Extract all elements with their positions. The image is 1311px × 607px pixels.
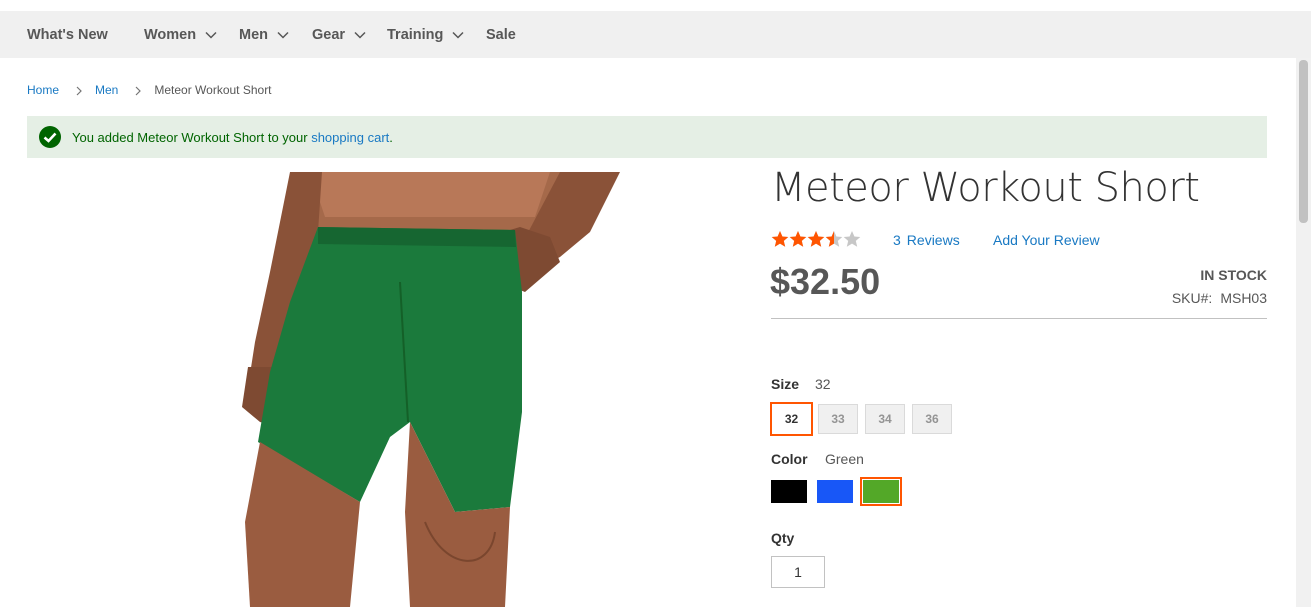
color-swatch-black[interactable]: [771, 480, 807, 503]
nav-item-label: Sale: [486, 26, 516, 43]
scrollbar-thumb[interactable]: [1299, 60, 1308, 223]
breadcrumb-home-link[interactable]: Home: [27, 83, 59, 97]
nav-item-women[interactable]: Women: [144, 11, 218, 58]
rating-stars: [771, 230, 861, 248]
divider: [771, 318, 1267, 319]
star-icon: [807, 231, 825, 247]
stock-status: IN STOCK: [1200, 267, 1267, 283]
message-text: You added Meteor Workout Short to your s…: [72, 130, 393, 145]
nav-item-label: What's New: [27, 26, 108, 43]
size-swatch-33[interactable]: 33: [818, 404, 858, 434]
page-scrollbar[interactable]: [1296, 58, 1311, 607]
size-swatch-34[interactable]: 34: [865, 404, 905, 434]
nav-item-gear[interactable]: Gear: [312, 11, 367, 58]
add-review-link[interactable]: Add Your Review: [993, 232, 1100, 248]
nav-item-whats-new[interactable]: What's New: [27, 11, 108, 58]
color-label: Color: [771, 451, 808, 467]
breadcrumb-category-link[interactable]: Men: [95, 83, 118, 97]
nav-item-label: Training: [387, 26, 444, 43]
product-image[interactable]: [230, 172, 630, 607]
chevron-right-icon: [75, 85, 83, 96]
chevron-down-icon: [204, 28, 218, 42]
star-icon: [843, 231, 861, 247]
success-message: You added Meteor Workout Short to your s…: [27, 116, 1267, 158]
top-strip: [0, 0, 1311, 11]
check-circle-icon: [39, 126, 61, 148]
chevron-right-icon: [134, 85, 142, 96]
chevron-down-icon: [353, 28, 367, 42]
message-prefix: You added Meteor Workout Short to your: [72, 129, 312, 145]
nav-item-label: Gear: [312, 26, 346, 43]
sku-value: MSH03: [1220, 290, 1267, 306]
reviews-link[interactable]: 3 Reviews: [893, 232, 960, 248]
size-selected-value: 32: [815, 376, 831, 392]
star-icon: [825, 231, 843, 247]
nav-item-label: Women: [144, 26, 197, 43]
nav-item-label: Men: [239, 26, 268, 43]
color-selected-value: Green: [825, 451, 864, 467]
nav-item-sale[interactable]: Sale: [486, 11, 516, 58]
breadcrumb: Home Men Meteor Workout Short: [27, 83, 272, 97]
breadcrumb-current: Meteor Workout Short: [154, 83, 272, 97]
message-suffix: .: [389, 129, 393, 145]
nav-item-men[interactable]: Men: [239, 11, 290, 58]
size-label: Size: [771, 376, 800, 392]
reviews-count: 3: [893, 232, 901, 248]
nav-item-training[interactable]: Training: [387, 11, 465, 58]
size-swatch-36[interactable]: 36: [912, 404, 952, 434]
qty-label: Qty: [771, 530, 795, 546]
star-icon: [789, 231, 807, 247]
product-sku: SKU#: MSH03: [1172, 290, 1267, 306]
product-price: $32.50: [770, 261, 881, 302]
qty-input[interactable]: [771, 556, 825, 588]
chevron-down-icon: [276, 28, 290, 42]
color-swatch-green[interactable]: [860, 477, 902, 506]
chevron-down-icon: [451, 28, 465, 42]
color-swatch-blue[interactable]: [817, 480, 853, 503]
sku-label: SKU#:: [1171, 290, 1213, 306]
product-rating: [771, 230, 861, 248]
shopping-cart-link[interactable]: shopping cart: [311, 130, 389, 145]
main-navigation: What's New Women Men Gear Training Sale: [0, 11, 1311, 58]
star-icon: [771, 231, 789, 247]
reviews-label: Reviews: [906, 232, 960, 248]
size-swatch-32[interactable]: 32: [770, 402, 813, 436]
product-title: Meteor Workout Short: [771, 165, 1200, 211]
